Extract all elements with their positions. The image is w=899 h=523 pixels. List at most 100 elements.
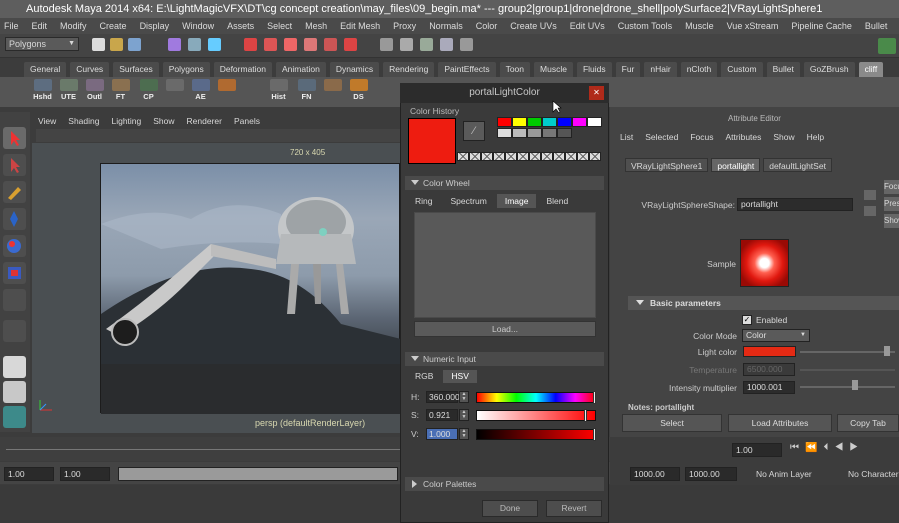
ae-menu-item[interactable]: List (620, 132, 633, 142)
play-back-icon[interactable]: ◀ (834, 442, 849, 453)
intensity-field[interactable]: 1000.001 (743, 381, 795, 394)
revert-button[interactable]: Revert (546, 500, 602, 517)
snap-grid-icon[interactable] (244, 38, 257, 51)
menu-item[interactable]: Normals (429, 21, 463, 31)
shelf-tab[interactable]: Deformation (213, 62, 273, 77)
numeric-tab[interactable]: HSV (443, 370, 477, 383)
select-tool-icon[interactable] (3, 127, 26, 149)
single-pane-layout-icon[interactable] (3, 356, 26, 378)
hypershade-icon[interactable] (460, 38, 473, 51)
lasso-tool-icon[interactable] (3, 154, 26, 176)
range-slider-handle[interactable] (118, 467, 398, 481)
history-empty-slot[interactable] (553, 152, 565, 161)
menu-item[interactable]: Window (182, 21, 214, 31)
character-set-selector[interactable]: No Character Set (834, 467, 899, 481)
shelf-tab[interactable]: Muscle (534, 62, 573, 77)
history-color-swatch[interactable] (572, 117, 587, 127)
sidebar-toggle-icon[interactable] (878, 38, 896, 54)
history-empty-slot[interactable] (529, 152, 541, 161)
history-empty-slot[interactable] (517, 152, 529, 161)
select-hierarchy-icon[interactable] (168, 38, 181, 51)
last-tool-icon[interactable] (3, 320, 26, 342)
playback-start-field[interactable]: 1.00 (60, 467, 110, 481)
ae-tab[interactable]: portallight (711, 158, 761, 172)
history-empty-slot[interactable] (577, 152, 589, 161)
step-back-icon[interactable]: ⏪ (805, 442, 823, 453)
ae-menu-item[interactable]: Help (807, 132, 824, 142)
hue-spinner-icon[interactable]: ▲ ▼ (459, 391, 469, 403)
light-color-slider[interactable] (800, 351, 895, 353)
snap-point-icon[interactable] (284, 38, 297, 51)
playback-controls[interactable]: ⏮⏪⏴◀▶ (790, 442, 899, 458)
done-button[interactable]: Done (482, 500, 538, 517)
render-settings-icon[interactable] (440, 38, 453, 51)
shelf-tab[interactable]: Bullet (766, 62, 800, 77)
menu-item[interactable]: Muscle (685, 21, 714, 31)
history-color-swatch[interactable] (542, 128, 557, 138)
value-field[interactable]: 1.000 (426, 428, 458, 440)
play-forward-icon[interactable]: ▶ (849, 442, 864, 453)
save-scene-icon[interactable] (128, 38, 141, 51)
numeric-input-section[interactable]: Numeric Input (405, 352, 604, 366)
menu-item[interactable]: Vue xStream (727, 21, 779, 31)
paint-select-tool-icon[interactable] (3, 181, 26, 203)
color-wheel-tab[interactable]: Blend (538, 194, 577, 208)
light-color-slider-handle[interactable] (884, 346, 890, 356)
menu-item[interactable]: Edit (32, 21, 48, 31)
shelf-tab[interactable]: Fur (615, 62, 641, 77)
scale-tool-icon[interactable] (3, 262, 26, 284)
playback-end-field[interactable]: 1000.00 (630, 467, 680, 481)
select-component-icon[interactable] (208, 38, 221, 51)
image-color-area[interactable] (414, 212, 596, 318)
eyedropper-icon[interactable]: ⁄ (463, 121, 485, 141)
shape-name-field[interactable]: portallight (737, 198, 853, 211)
color-palettes-section[interactable]: Color Palettes (405, 477, 604, 491)
history-empty-slot[interactable] (493, 152, 505, 161)
current-frame-field[interactable]: 1.00 (732, 443, 782, 457)
menu-item[interactable]: Bullet (865, 21, 888, 31)
color-wheel-tab[interactable]: Spectrum (442, 194, 495, 208)
menu-item[interactable]: Mesh (305, 21, 327, 31)
select-button[interactable]: Select (622, 414, 722, 432)
shelf-button[interactable]: FN (294, 79, 319, 105)
menu-set-dropdown[interactable]: Polygons ▼ (5, 37, 79, 51)
shelf-tab[interactable]: cliff (858, 62, 884, 77)
presets-button[interactable]: Presets (884, 197, 899, 211)
new-scene-icon[interactable] (92, 38, 105, 51)
magnet-icon[interactable] (344, 38, 357, 51)
basic-parameters-section[interactable]: Basic parameters (628, 296, 899, 310)
load-image-button[interactable]: Load... (414, 321, 596, 337)
shelf-tab[interactable]: Animation (276, 62, 326, 77)
shelf-button[interactable]: DS (346, 79, 371, 105)
shelf-button[interactable]: Hshd (30, 79, 55, 105)
current-color-swatch[interactable] (408, 118, 456, 164)
move-tool-icon[interactable] (3, 208, 26, 230)
enabled-checkbox[interactable]: ✓ (742, 315, 752, 325)
saturation-field[interactable]: 0.921 (426, 409, 458, 421)
close-icon[interactable]: ✕ (589, 86, 604, 100)
menu-item[interactable]: Create (100, 21, 127, 31)
select-object-icon[interactable] (188, 38, 201, 51)
shelf-tab[interactable]: General (24, 62, 67, 77)
ae-tab[interactable]: defaultLightSet (763, 158, 832, 172)
shelf-button[interactable] (320, 79, 345, 105)
hue-field[interactable]: 360.000 (426, 391, 460, 403)
render-resolution-gate[interactable] (100, 163, 401, 414)
history-icon[interactable] (380, 38, 393, 51)
manipulator-tool-icon[interactable] (3, 289, 26, 311)
history-empty-slot[interactable] (589, 152, 601, 161)
input-connection-icon[interactable] (864, 190, 876, 200)
prev-key-icon[interactable]: ⏴ (823, 442, 834, 453)
shelf-tab[interactable]: Custom (721, 62, 763, 77)
shelf-button[interactable]: UTE (56, 79, 81, 105)
light-color-swatch[interactable] (743, 346, 796, 357)
history-empty-slot[interactable] (505, 152, 517, 161)
viewport-menu-item[interactable]: Show (153, 116, 174, 126)
menu-item[interactable]: Proxy (393, 21, 416, 31)
shelf-button[interactable] (214, 79, 239, 105)
anim-layer-selector[interactable]: No Anim Layer (742, 467, 827, 481)
shelf-button[interactable]: AE (188, 79, 213, 105)
shelf-button[interactable]: Hist (266, 79, 291, 105)
shelf-tab[interactable]: Surfaces (113, 62, 159, 77)
render-current-icon[interactable] (400, 38, 413, 51)
